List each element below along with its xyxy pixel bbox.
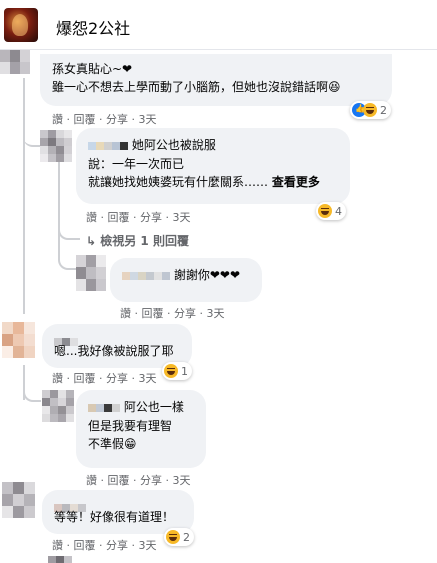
comment-text: 謝謝你❤❤❤ <box>173 268 240 282</box>
avatar[interactable] <box>0 50 30 74</box>
avatar[interactable] <box>2 322 36 358</box>
comment-text: 不準假😁 <box>88 436 137 451</box>
share-button[interactable]: 分享 <box>106 372 128 385</box>
reaction-summary[interactable]: 1 <box>162 362 192 380</box>
commenter-name-blurred[interactable] <box>88 399 120 417</box>
comment-text: 說：一年一次而已 <box>88 156 185 171</box>
comment-bubble: 阿公也一樣 但是我要有理智 不準假😁 <box>76 390 206 468</box>
reply-button[interactable]: 回覆 <box>74 372 96 385</box>
see-more-link[interactable]: 查看更多 <box>272 175 320 189</box>
reaction-summary[interactable]: 4 <box>316 202 346 220</box>
like-button[interactable]: 讚 <box>86 211 97 224</box>
comment-bubble: 孫女真貼心~❤ 雖一心不想去上學而動了小腦筋，但她也沒說錯話啊😆 <box>40 54 392 106</box>
timestamp[interactable]: 3天 <box>207 307 225 320</box>
comment-text: 嗯...我好像被說服了耶 <box>54 344 174 358</box>
comment-actions: 讚 · 回覆 · 分享 · 3天 <box>86 474 191 487</box>
timestamp[interactable]: 3天 <box>173 474 191 487</box>
comment-actions: 讚 · 回覆 · 分享 · 3天 <box>86 211 191 224</box>
view-more-replies[interactable]: ↳ 檢視另 1 則回覆 <box>86 232 189 249</box>
avatar[interactable] <box>40 130 72 162</box>
avatar[interactable] <box>2 482 35 518</box>
comment-text: 雖一心不想去上學而動了小腦筋，但她也沒說錯話啊😆 <box>52 80 341 94</box>
like-button[interactable]: 讚 <box>86 474 97 487</box>
like-button[interactable]: 讚 <box>52 113 63 126</box>
timestamp[interactable]: 3天 <box>173 211 191 224</box>
comment-text: 孫女真貼心~❤ <box>52 62 133 76</box>
haha-reaction-icon <box>166 530 180 544</box>
comment-actions: 讚 · 回覆 · 分享 · 3天 <box>52 539 157 552</box>
avatar[interactable] <box>48 556 72 563</box>
group-header: 爆怨2公社 <box>0 0 437 50</box>
thread-connector <box>23 380 41 402</box>
avatar[interactable] <box>42 390 74 422</box>
commenter-name-blurred[interactable] <box>122 267 170 285</box>
reaction-count: 2 <box>183 530 190 544</box>
group-logo[interactable] <box>4 8 38 42</box>
like-button[interactable]: 讚 <box>52 372 63 385</box>
reply-button[interactable]: 回覆 <box>108 211 130 224</box>
comment-text: 阿公也一樣 <box>123 400 184 414</box>
share-button[interactable]: 分享 <box>106 113 128 126</box>
thread-connector <box>23 115 41 147</box>
share-button[interactable]: 分享 <box>140 211 162 224</box>
timestamp[interactable]: 3天 <box>139 113 157 126</box>
share-button[interactable]: 分享 <box>140 474 162 487</box>
reaction-summary[interactable]: 2 <box>350 101 391 119</box>
group-title[interactable]: 爆怨2公社 <box>56 15 130 39</box>
reaction-summary[interactable]: 2 <box>164 528 194 546</box>
haha-reaction-icon <box>318 204 332 218</box>
reply-button[interactable]: 回覆 <box>74 113 96 126</box>
commenter-name-blurred[interactable] <box>88 137 128 155</box>
timestamp[interactable]: 3天 <box>139 539 157 552</box>
comment-text: 但是我要有理智 <box>88 418 173 433</box>
reaction-count: 2 <box>380 103 387 117</box>
haha-reaction-icon <box>164 364 178 378</box>
like-button[interactable]: 讚 <box>52 539 63 552</box>
thread-line <box>58 160 60 222</box>
reply-button[interactable]: 回覆 <box>74 539 96 552</box>
comment-text: 等等！好像很有道理！ <box>54 510 175 524</box>
reply-arrow-icon: ↳ <box>86 234 97 248</box>
reaction-count: 1 <box>181 364 188 378</box>
haha-reaction-icon <box>363 103 377 117</box>
timestamp[interactable]: 3天 <box>139 372 157 385</box>
comment-bubble: 謝謝你❤❤❤ <box>110 258 262 302</box>
comment-text: 就讓她找她姨婆玩有什麼關系…… <box>88 174 269 189</box>
comment-actions: 讚 · 回覆 · 分享 · 3天 <box>120 307 225 320</box>
thread-line <box>23 78 25 314</box>
comment-actions: 讚 · 回覆 · 分享 · 3天 <box>52 113 157 126</box>
reply-button[interactable]: 回覆 <box>108 474 130 487</box>
reply-button[interactable]: 回覆 <box>142 307 164 320</box>
share-button[interactable]: 分享 <box>174 307 196 320</box>
avatar[interactable] <box>76 255 106 291</box>
share-button[interactable]: 分享 <box>106 539 128 552</box>
like-button[interactable]: 讚 <box>120 307 131 320</box>
comment-bubble: 她阿公也被說服 說：一年一次而已 就讓她找她姨婆玩有什麼關系…… 查看更多 <box>76 128 350 204</box>
reaction-count: 4 <box>335 204 342 218</box>
comment-actions: 讚 · 回覆 · 分享 · 3天 <box>52 372 157 385</box>
comment-text: 她阿公也被說服 <box>131 138 216 152</box>
